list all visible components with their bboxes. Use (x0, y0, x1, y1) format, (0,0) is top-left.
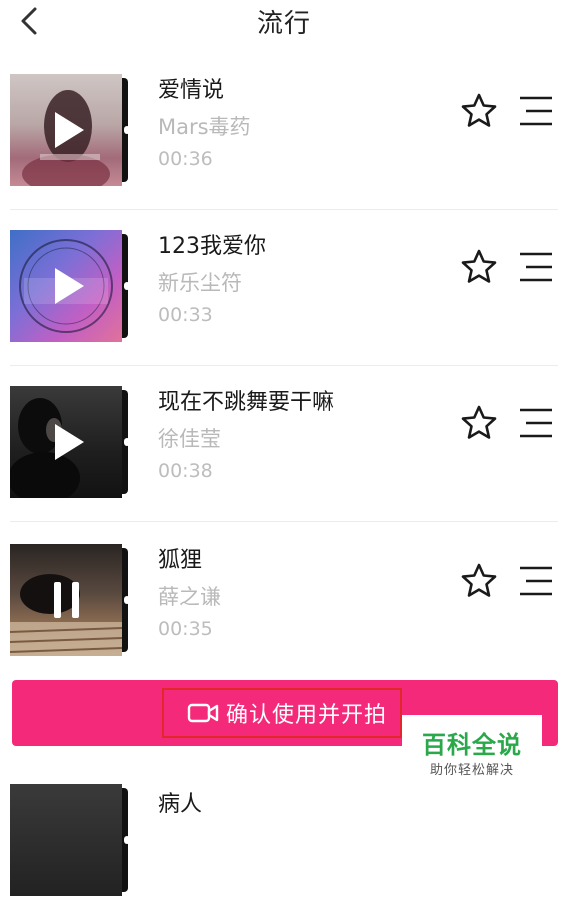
menu-icon[interactable] (514, 406, 558, 440)
watermark-subtitle: 助你轻松解决 (429, 763, 514, 778)
song-title: 123我爱你 (158, 234, 266, 259)
song-duration: 00:35 (158, 618, 213, 640)
song-artist: 薛之谦 (158, 585, 221, 609)
song-artist: 新乐尘符 (158, 271, 242, 295)
menu-icon[interactable] (514, 564, 558, 598)
album-cover[interactable] (10, 544, 122, 656)
pause-icon[interactable] (10, 544, 122, 656)
song-row[interactable]: 现在不跳舞要干嘛 徐佳莹 00:38 (0, 366, 568, 522)
video-camera-icon (187, 703, 219, 723)
confirm-label: 确认使用并开拍 (226, 703, 388, 728)
vinyl-edge (122, 788, 130, 892)
page-title: 流行 (256, 9, 311, 39)
song-row[interactable]: 123我爱你 新乐尘符 00:33 (0, 210, 568, 366)
song-title: 爱情说 (158, 78, 225, 103)
song-title: 现在不跳舞要干嘛 (158, 390, 335, 415)
star-icon[interactable] (460, 404, 498, 442)
vinyl-edge (122, 390, 130, 494)
watermark-logo: 百科全说 助你轻松解决 (402, 715, 542, 785)
header: 流行 (0, 0, 568, 44)
watermark-title: 百科全说 (422, 731, 522, 759)
song-duration: 00:33 (158, 304, 213, 326)
song-row[interactable]: 爱情说 Mars毒药 00:36 (0, 54, 568, 210)
album-cover[interactable] (10, 74, 122, 186)
album-cover[interactable] (10, 386, 122, 498)
menu-icon[interactable] (514, 250, 558, 284)
song-duration: 00:36 (158, 148, 213, 170)
play-icon[interactable] (10, 230, 122, 342)
song-row[interactable]: 狐狸 薛之谦 00:35 (0, 524, 568, 680)
vinyl-edge (122, 234, 130, 338)
song-title: 狐狸 (158, 548, 203, 573)
album-cover[interactable] (10, 784, 122, 896)
menu-icon[interactable] (514, 94, 558, 128)
song-artist: Mars毒药 (158, 115, 251, 139)
star-icon[interactable] (460, 562, 498, 600)
vinyl-edge (122, 548, 130, 652)
star-icon[interactable] (460, 248, 498, 286)
song-title: 病人 (158, 792, 203, 817)
song-artist: 徐佳莹 (158, 427, 221, 451)
song-row[interactable]: 病人 (0, 766, 568, 922)
song-duration: 00:38 (158, 460, 213, 482)
play-icon[interactable] (10, 74, 122, 186)
play-icon[interactable] (10, 386, 122, 498)
star-icon[interactable] (460, 92, 498, 130)
divider (10, 521, 558, 522)
vinyl-edge (122, 78, 130, 182)
album-cover[interactable] (10, 230, 122, 342)
